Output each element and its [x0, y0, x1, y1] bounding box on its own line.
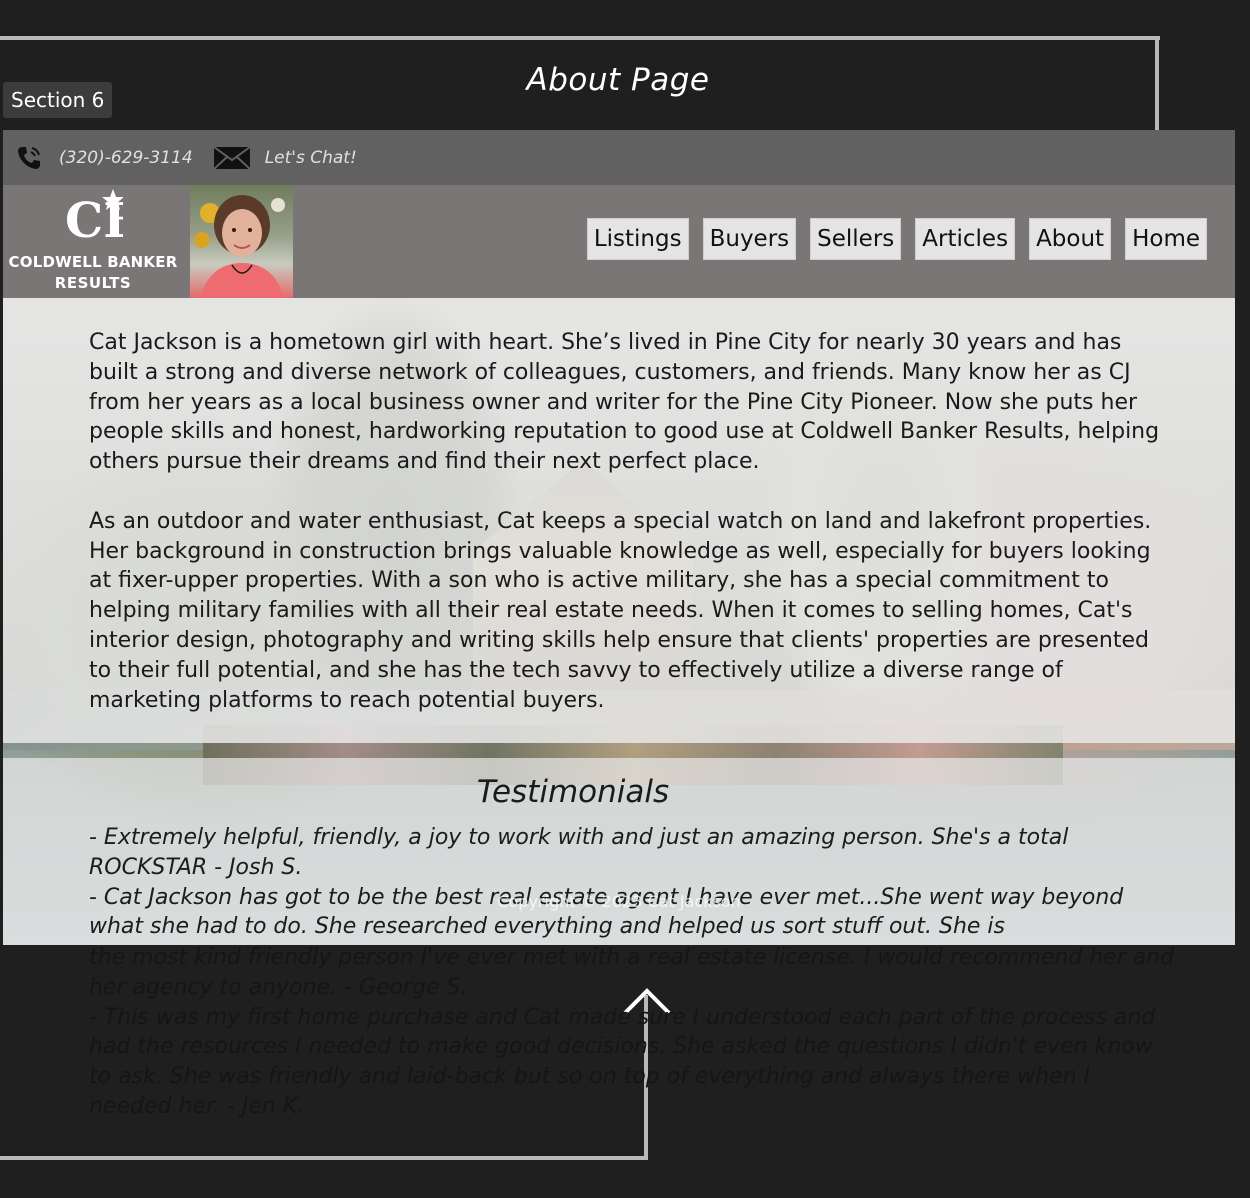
coldwell-banker-logo[interactable]: CB COLDWELL BANKER RESULTS	[3, 185, 183, 298]
nav-bar: CB COLDWELL BANKER RESULTS Listings	[3, 185, 1235, 298]
section-label[interactable]: Section 6	[3, 82, 113, 118]
about-panel: Cat Jackson is a hometown girl with hear…	[3, 298, 1235, 743]
testimonials-panel: Testimonials - Extremely helpful, friend…	[3, 758, 1235, 945]
nav-sellers[interactable]: Sellers	[810, 218, 902, 260]
nav-articles[interactable]: Articles	[915, 218, 1016, 260]
cb-monogram-icon: CB	[65, 189, 123, 249]
main-navigation: Listings Buyers Sellers Articles About H…	[573, 218, 1207, 260]
testimonials-title: Testimonials	[476, 774, 670, 810]
frame-connector-top	[0, 36, 1160, 40]
logo-brand-name: COLDWELL BANKER	[8, 253, 178, 271]
testimonial-overflow-item: the most kind friendly person I've ever …	[89, 945, 1175, 1000]
nav-home[interactable]: Home	[1125, 218, 1207, 260]
contact-bar: (320)-629-3114 Let's Chat!	[3, 130, 1235, 185]
testimonials-list: - Extremely helpful, friendly, a joy to …	[89, 823, 1179, 942]
about-text: Cat Jackson is a hometown girl with hear…	[89, 328, 1169, 745]
agent-portrait	[190, 185, 293, 298]
nav-listings[interactable]: Listings	[586, 218, 689, 260]
logo-brand-sub: RESULTS	[54, 274, 132, 292]
testimonial-overflow-item: - This was my first home purchase and Ca…	[89, 1004, 1156, 1119]
copyright-text: Copyright © 2023 Cat Jackson	[497, 892, 741, 911]
testimonials-overflow: the most kind friendly person I've ever …	[89, 943, 1179, 1122]
website-preview: (320)-629-3114 Let's Chat! CB COLDWELL B…	[3, 130, 1235, 945]
phone-number-link[interactable]: (320)-629-3114	[59, 148, 193, 168]
nav-about[interactable]: About	[1029, 218, 1112, 260]
about-paragraph: As an outdoor and water enthusiast, Cat …	[89, 508, 1152, 713]
about-paragraph: Cat Jackson is a hometown girl with hear…	[89, 330, 1160, 475]
frame-connector-bottom	[0, 1156, 648, 1160]
chat-link[interactable]: Let's Chat!	[265, 148, 357, 168]
frame-title: About Page	[526, 62, 710, 98]
testimonial-item: - Extremely helpful, friendly, a joy to …	[89, 825, 1069, 880]
agent-photo	[194, 195, 285, 298]
nav-buyers[interactable]: Buyers	[702, 218, 797, 260]
mail-icon[interactable]	[213, 144, 251, 172]
phone-icon[interactable]	[15, 144, 43, 172]
